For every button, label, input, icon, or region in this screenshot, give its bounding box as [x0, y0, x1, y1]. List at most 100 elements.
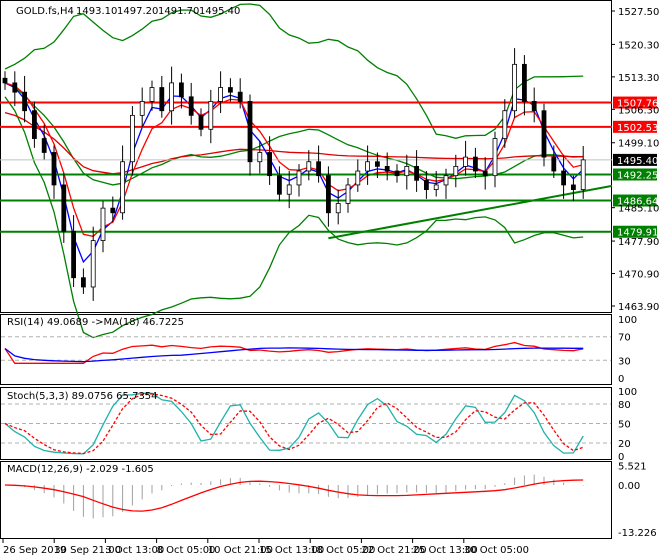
ohlc-close: 1495.40 [199, 6, 240, 17]
candle-body [90, 240, 96, 288]
time-label: 8 Oct 05:00 [157, 545, 216, 556]
candle-body [2, 77, 8, 84]
candle-body [355, 170, 361, 186]
current-price-label: 1495.40 [617, 156, 658, 167]
price-tick-label: 1506.30 [618, 105, 659, 116]
candle-body [218, 87, 224, 102]
candle-body [492, 138, 498, 177]
rsi-label: RSI(14) 49.0689 ->MA(18) 46.7225 [7, 317, 184, 328]
candle-body [169, 82, 175, 112]
time-label: 3 Oct 13:00 [105, 545, 164, 556]
stoch-label: Stoch(5,3,3) 89.0756 65.7354 [7, 391, 158, 402]
candle-body [512, 63, 517, 112]
ohlc-low: 1491.70 [158, 6, 199, 17]
candle-body [463, 156, 469, 167]
rsi-tick-label: 0 [618, 374, 624, 385]
candle-body [51, 152, 57, 186]
candle-body [433, 184, 439, 190]
price-tick-label: 1477.90 [618, 237, 659, 248]
candle-body [208, 101, 214, 130]
ohlc-high: 1497.20 [117, 6, 158, 17]
candle-body [365, 161, 371, 172]
candle-body [41, 138, 47, 153]
trend-line [328, 184, 613, 240]
price-tick-label: 1463.90 [618, 302, 659, 313]
macd-tick-label: -13.226 [618, 528, 657, 539]
candle-body [32, 110, 37, 139]
candle-body [394, 170, 400, 177]
macd-tick-label: 5.521 [618, 461, 647, 472]
candle-body [561, 170, 566, 186]
bollinger-upper [4, 3, 584, 139]
stoch-main-line [4, 392, 584, 455]
stoch-tick-label: 100 [618, 387, 637, 398]
stoch-tick-label: 20 [618, 439, 631, 450]
candle-body [247, 101, 253, 163]
stoch-tick-label: 80 [618, 400, 631, 411]
candle-body [306, 161, 312, 172]
stoch-tick-label: 50 [618, 420, 631, 431]
candle-body [120, 161, 125, 214]
macd-tick-label: 0.00 [618, 481, 640, 492]
candle-body [325, 175, 331, 214]
candle-body [453, 165, 459, 177]
rsi-ma-line [4, 347, 584, 363]
candle-body [257, 152, 263, 163]
rsi-tick-label: 30 [618, 356, 631, 367]
candle-body [580, 159, 586, 190]
rsi-tick-label: 70 [618, 333, 631, 344]
candle-body [198, 114, 204, 130]
candle-body [443, 175, 449, 186]
candle-body [110, 207, 116, 214]
candle-body [178, 82, 184, 98]
candle-body [81, 277, 86, 288]
ohlc-open: 1493.10 [76, 6, 117, 17]
candle-body [267, 152, 273, 177]
candle-body [374, 161, 380, 167]
candle-body [404, 165, 410, 177]
stoch-signal-line [4, 393, 584, 455]
price-tick-label: 1513.30 [618, 73, 659, 84]
candle-body [414, 165, 420, 181]
candle-body [286, 184, 292, 195]
rsi-line [4, 341, 584, 364]
candle-body [61, 184, 67, 232]
candle-body [551, 156, 557, 172]
level-price-label: 1502.53 [617, 123, 658, 134]
macd-signal-line [4, 479, 584, 512]
candle-body [100, 207, 106, 241]
candle-body [12, 82, 18, 93]
candle-body [522, 63, 527, 102]
candle-body [188, 96, 194, 116]
candle-body [423, 179, 429, 190]
chart-title: GOLD.fs,H4 [16, 6, 74, 17]
candle-body [129, 114, 135, 163]
candle-body [276, 175, 282, 195]
macd-label: MACD(12,26,9) -2.029 -1.605 [7, 464, 154, 475]
candle-body [335, 203, 341, 214]
price-tick-label: 1499.10 [618, 139, 659, 150]
price-tick-label: 1470.90 [618, 270, 659, 281]
candle-body [296, 170, 302, 186]
candle-body [502, 110, 508, 139]
price-tick-label: 1485.10 [618, 204, 659, 215]
candle-body [472, 156, 478, 172]
chart-canvas[interactable]: 1507.761502.531492.251486.641479.911495.… [0, 0, 660, 560]
candle-body [159, 87, 165, 112]
candle-body [139, 101, 145, 116]
candle-body [227, 87, 233, 93]
candle-body [71, 230, 76, 279]
candle-body [237, 91, 243, 102]
chart-window: 1507.76 1502.53 1492.25 1486.64 1479.91 1495.… [0, 0, 660, 560]
candle-body [541, 110, 547, 158]
rsi-tick-label: 100 [618, 315, 637, 326]
level-price-label: 1492.25 [617, 171, 658, 182]
candle-body [345, 184, 351, 204]
candle-body [482, 170, 488, 177]
candle-body [571, 184, 576, 190]
time-label: 30 Oct 05:00 [464, 545, 529, 556]
candle-body [384, 165, 390, 172]
candle-body [149, 87, 155, 102]
candle-body [22, 91, 28, 112]
price-tick-label: 1520.30 [618, 40, 659, 51]
